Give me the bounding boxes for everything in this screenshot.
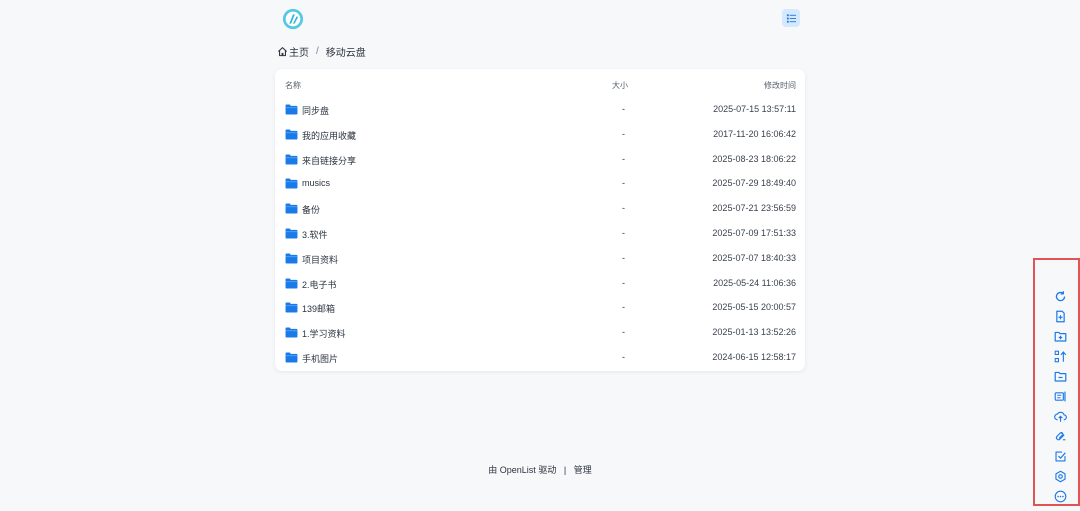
footer-openlist-link[interactable]: OpenList (500, 465, 536, 475)
file-size: - (622, 302, 625, 313)
table-row[interactable]: 同步盘 - 2025-07-15 13:57:11 (275, 98, 805, 123)
home-icon (277, 46, 288, 56)
breadcrumb-current[interactable]: 移动云盘 (326, 44, 366, 59)
offline-download-button[interactable] (1052, 428, 1068, 444)
folder-icon (285, 327, 298, 338)
file-modified-time: 2025-07-21 23:56:59 (712, 203, 796, 214)
file-modified-time: 2025-07-15 13:57:11 (713, 104, 796, 114)
table-row[interactable]: musics - 2025-07-29 18:49:40 (275, 172, 805, 197)
openlist-logo-icon[interactable] (282, 8, 304, 30)
file-size: - (622, 228, 625, 238)
file-name[interactable]: 139邮箱 (302, 302, 335, 315)
file-size: - (622, 327, 625, 338)
table-row[interactable]: 备份 - 2025-07-21 23:56:59 (275, 197, 805, 222)
column-header-size[interactable]: 大小 (612, 80, 628, 91)
folder-icon (285, 154, 298, 165)
new-folder-button[interactable] (1052, 328, 1068, 344)
more-button[interactable] (1052, 488, 1068, 504)
breadcrumb: 主页 / 移动云盘 (277, 43, 366, 59)
top-bar (275, 6, 805, 32)
new-folder-icon (1054, 331, 1066, 342)
breadcrumb-home-label: 主页 (289, 47, 309, 59)
table-row[interactable]: 1.学习资料 - 2025-01-13 13:52:26 (275, 321, 805, 346)
breadcrumb-home[interactable]: 主页 (277, 44, 309, 59)
rename-button[interactable] (1052, 388, 1068, 404)
folder-icon (285, 278, 298, 289)
file-modified-time: 2025-01-13 13:52:26 (712, 327, 796, 338)
folder-icon (285, 253, 298, 264)
folder-icon (285, 228, 298, 239)
footer: 由 OpenList 驱动 | 管理 (0, 463, 1080, 476)
select-icon (1054, 450, 1066, 462)
folder-icon (285, 203, 298, 214)
settings-button[interactable] (1052, 468, 1068, 484)
folder-icon (285, 178, 298, 189)
footer-manage-link[interactable]: 管理 (574, 465, 592, 475)
file-modified-time: 2025-07-07 18:40:33 (712, 252, 796, 263)
table-row[interactable]: 项目资料 - 2025-07-07 18:40:33 (275, 247, 805, 272)
file-name[interactable]: 我的应用收藏 (302, 129, 356, 142)
new-file-button[interactable] (1052, 308, 1068, 324)
file-name[interactable]: 备份 (302, 203, 320, 216)
file-name[interactable]: 3.软件 (302, 228, 328, 241)
table-row[interactable]: 3.软件 - 2025-07-09 17:51:33 (275, 222, 805, 247)
upload-icon (1053, 411, 1067, 422)
table-row[interactable]: 我的应用收藏 - 2017-11-20 16:06:42 (275, 123, 805, 148)
file-name[interactable]: 来自链接分享 (302, 154, 356, 167)
file-size: - (622, 178, 625, 189)
footer-suffix: 驱动 (538, 465, 557, 475)
folder-icon (285, 104, 298, 115)
sort-button[interactable] (1052, 348, 1068, 364)
folder-minus-icon (1054, 371, 1066, 382)
table-row[interactable]: 手机图片 - 2024-06-15 12:58:17 (275, 346, 805, 371)
offline-download-icon (1055, 431, 1065, 440)
file-size: - (622, 128, 625, 139)
file-name[interactable]: 1.学习资料 (302, 327, 346, 340)
refresh-button[interactable] (1052, 288, 1068, 304)
file-size: - (622, 352, 625, 362)
table-row[interactable]: 139邮箱 - 2025-05-15 20:00:57 (275, 296, 805, 321)
footer-separator: | (563, 465, 567, 475)
table-header: 名称 大小 修改时间 (275, 69, 805, 98)
new-file-icon (1055, 310, 1065, 322)
folder-icon (285, 302, 298, 313)
file-name[interactable]: 2.电子书 (302, 278, 337, 291)
file-name[interactable]: 同步盘 (302, 104, 329, 117)
file-name[interactable]: 项目资料 (302, 253, 338, 266)
table-row[interactable]: 2.电子书 - 2025-05-24 11:06:36 (275, 272, 805, 297)
folder-icon (285, 129, 298, 140)
file-modified-time: 2025-05-15 20:00:57 (712, 302, 796, 313)
file-size: - (622, 277, 625, 288)
file-size: - (622, 252, 625, 263)
list-view-toggle-button[interactable] (782, 9, 800, 27)
file-modified-time: 2025-07-29 18:49:40 (712, 178, 796, 189)
folder-minus-button[interactable] (1052, 368, 1068, 384)
file-modified-time: 2025-07-09 17:51:33 (712, 228, 796, 238)
column-header-name[interactable]: 名称 (285, 80, 301, 91)
file-modified-time: 2025-05-24 11:06:36 (713, 277, 796, 288)
table-row[interactable]: 来自链接分享 - 2025-08-23 18:06:22 (275, 148, 805, 173)
settings-icon (1054, 470, 1066, 482)
file-size: - (622, 104, 625, 114)
file-list-panel: 名称 大小 修改时间 同步盘 - 2025-07-15 13:57:11 我的应用收藏… (275, 69, 805, 371)
more-icon (1054, 490, 1066, 502)
sort-icon (1054, 350, 1066, 362)
folder-icon (285, 352, 298, 363)
refresh-icon (1055, 290, 1065, 301)
footer-prefix: 由 (488, 465, 498, 475)
list-view-icon (786, 13, 796, 23)
rename-icon (1054, 391, 1066, 401)
breadcrumb-separator: / (316, 45, 319, 57)
file-name[interactable]: 手机图片 (302, 352, 338, 365)
column-header-modified[interactable]: 修改时间 (764, 80, 796, 91)
select-button[interactable] (1052, 448, 1068, 464)
file-modified-time: 2017-11-20 16:06:42 (713, 128, 796, 139)
file-name[interactable]: musics (302, 178, 330, 188)
file-modified-time: 2024-06-15 12:58:17 (712, 352, 796, 362)
upload-button[interactable] (1052, 408, 1068, 424)
file-size: - (622, 153, 625, 164)
file-modified-time: 2025-08-23 18:06:22 (712, 153, 796, 164)
file-size: - (622, 203, 625, 214)
